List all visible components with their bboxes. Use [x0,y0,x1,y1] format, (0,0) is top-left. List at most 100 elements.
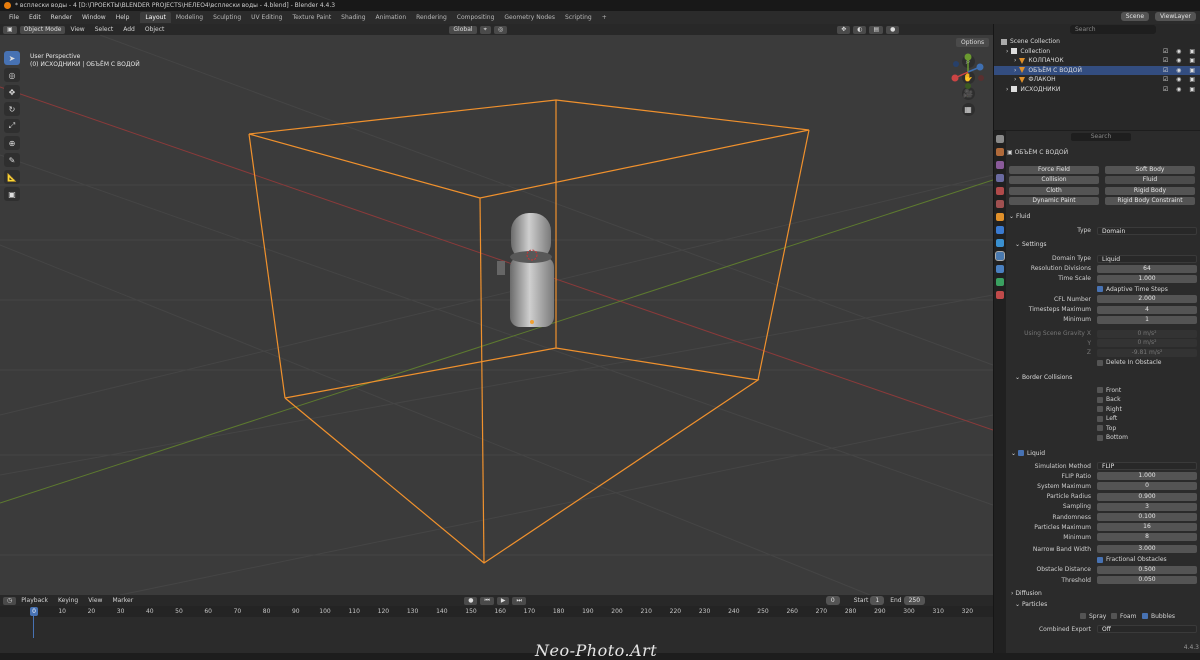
outliner-row[interactable]: › ФЛАКОН ☑ ◉ ▣ [994,75,1200,84]
checkbox-row[interactable]: Fractional Obstacles [1097,555,1167,564]
jump-end-icon[interactable]: ⏭ [512,596,526,605]
menu-edit[interactable]: Edit [24,14,46,21]
expand-arrow-icon[interactable]: › [1006,86,1008,93]
timeline-menu-marker[interactable]: Marker [107,597,138,604]
checkbox-row[interactable]: Adaptive Time Steps [1097,285,1168,294]
end-frame-field[interactable]: 250 [903,596,926,605]
bottle-object[interactable] [497,213,554,327]
property-value[interactable]: 0 [1097,482,1197,491]
playhead[interactable]: 0 [30,607,38,616]
scene-tab-icon[interactable] [996,187,1004,195]
material-tab-icon[interactable] [996,291,1004,299]
checkbox[interactable] [1097,425,1103,431]
chevron-down-icon[interactable]: ⌄ [1015,241,1022,248]
visibility-icon[interactable]: ☑ ◉ ▣ [1163,56,1198,65]
jump-start-icon[interactable]: ⏮ [480,596,494,605]
workspace-tab-2[interactable]: Sculpting [208,12,246,23]
property-value[interactable]: 1.000 [1097,472,1197,481]
select-box-tool-icon[interactable]: ➤ [4,51,20,65]
domain-bounding-box[interactable] [248,99,810,564]
gizmo-toggle-icon[interactable]: ✥ [837,25,851,34]
frame-ruler[interactable]: 0 10 20 30 40 50 60 70 80 90 100 110 120 130 140 150 160… [0,607,993,617]
viewport-menu-add[interactable]: Add [118,26,140,33]
checkbox-row[interactable]: Bottom [1097,433,1128,442]
menu-file[interactable]: File [4,14,24,21]
measure-tool-icon[interactable]: 📐 [4,170,20,184]
property-value[interactable]: Liquid [1097,254,1197,263]
start-frame-field[interactable]: 1 [870,596,885,605]
property-value[interactable]: 8 [1097,533,1197,542]
overlay-toggle-icon[interactable]: ◐ [853,25,867,34]
workspace-tab-7[interactable]: Rendering [411,12,452,23]
outliner-row[interactable]: › КОЛПАЧОК ☑ ◉ ▣ [994,56,1200,65]
physics-button-rigid-body[interactable]: Rigid Body [1105,186,1195,195]
expand-arrow-icon[interactable]: › [1014,76,1016,83]
checkbox-row[interactable]: Delete In Obstacle [1097,358,1161,367]
modifier-tab-icon[interactable] [996,226,1004,234]
outliner-row[interactable]: › Collection ☑ ◉ ▣ [994,47,1200,56]
workspace-tab-11[interactable]: + [597,12,612,23]
checkbox-row[interactable]: Right [1097,405,1122,414]
outliner-row[interactable]: › ОБЪЁМ С ВОДОЙ ☑ ◉ ▣ [994,65,1200,75]
viewport-menu-select[interactable]: Select [90,26,119,33]
section-header[interactable]: ⌄ Liquid [1007,449,1200,459]
property-value[interactable]: 4 [1097,305,1197,314]
chevron-down-icon[interactable]: ⌄ [1009,213,1016,220]
cursor-tool-icon[interactable]: ◎ [4,68,20,82]
section-header[interactable]: › Diffusion [1007,589,1200,599]
xray-icon[interactable]: ▤ [869,25,884,34]
property-value[interactable]: Off [1097,625,1197,634]
property-value[interactable]: FLIP [1097,462,1197,470]
physics-button-cloth[interactable]: Cloth [1009,186,1099,195]
tool-tab-icon[interactable] [996,135,1004,143]
view-layer-tab-icon[interactable] [996,174,1004,182]
timeline-editor-type-icon[interactable]: ◷ [3,596,17,605]
snap-icon[interactable]: ⌖ [479,25,491,34]
physics-button-soft-body[interactable]: Soft Body [1105,166,1195,174]
transform-tool-icon[interactable]: ⊕ [4,136,20,150]
timeline-menu-keying[interactable]: Keying [53,597,83,604]
visibility-icon[interactable]: ☑ ◉ ▣ [1163,85,1198,94]
checkbox-row[interactable]: Back [1097,395,1121,404]
property-value[interactable]: Domain [1097,226,1197,235]
chevron-down-icon[interactable]: ⌄ [1011,450,1018,457]
workspace-tab-1[interactable]: Modeling [171,12,208,23]
physics-button-force-field[interactable]: Force Field [1009,166,1099,174]
axis-gizmo-icon[interactable] [948,52,988,92]
proportional-edit-icon[interactable]: ◎ [493,25,508,34]
chevron-down-icon[interactable]: ⌄ [1015,601,1022,608]
particle-option[interactable]: Spray [1080,613,1106,620]
section-header[interactable]: ⌄ Settings [1007,240,1200,250]
workspace-tab-9[interactable]: Geometry Nodes [499,12,560,23]
visibility-icon[interactable]: ☑ ◉ ▣ [1163,47,1198,56]
mode-selector[interactable]: Object Mode [19,25,66,34]
view-layer-selector[interactable]: ViewLayer [1155,12,1196,21]
checkbox[interactable] [1097,396,1103,403]
output-tab-icon[interactable] [996,161,1004,169]
property-value[interactable]: 3 [1097,502,1197,511]
checkbox[interactable] [1097,556,1103,563]
physics-button-fluid[interactable]: Fluid [1105,176,1195,185]
rotate-tool-icon[interactable]: ↻ [4,102,20,116]
section-enable-checkbox[interactable] [1017,450,1024,456]
particles-tab-icon[interactable] [996,239,1004,247]
property-value[interactable]: 3.000 [1097,545,1197,554]
scene-selector[interactable]: Scene [1120,12,1150,21]
expand-arrow-icon[interactable]: › [1014,67,1016,74]
checkbox-row[interactable]: Top [1097,424,1116,433]
workspace-tab-10[interactable]: Scripting [560,12,597,23]
checkbox[interactable] [1080,613,1086,620]
annotate-tool-icon[interactable]: ✎ [4,153,20,167]
world-tab-icon[interactable] [996,200,1004,208]
checkbox[interactable] [1097,406,1103,412]
chevron-down-icon[interactable]: ⌄ [1015,374,1022,381]
workspace-tab-5[interactable]: Shading [336,12,370,23]
data-tab-icon[interactable] [996,278,1004,286]
viewport-menu-view[interactable]: View [65,26,89,33]
timeline-menu-playback[interactable]: Playback [16,597,53,604]
property-value[interactable]: 16 [1097,523,1197,532]
property-value[interactable]: 0.900 [1097,492,1197,501]
workspace-tab-4[interactable]: Texture Paint [287,12,336,23]
section-header[interactable]: ⌄ Border Collisions [1007,373,1200,383]
physics-tab-icon[interactable] [995,251,1005,261]
